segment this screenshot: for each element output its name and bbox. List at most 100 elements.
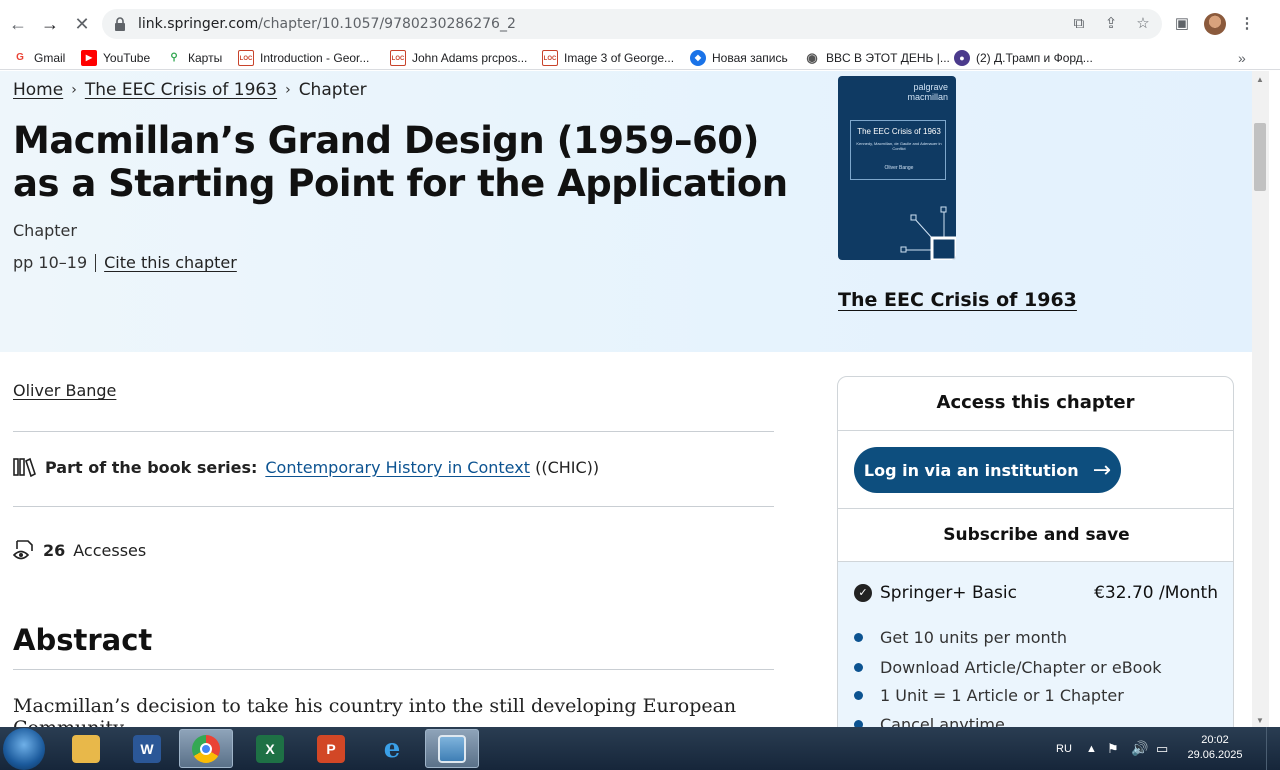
bookmark-loc-introduction[interactable]: LOC Introduction - Geor... <box>238 50 369 66</box>
lock-icon <box>115 17 125 31</box>
excel-icon: X <box>256 734 284 763</box>
bookmark-loc-image[interactable]: LOC Image 3 of George... <box>542 50 674 66</box>
book-series-row: Part of the book series: Contemporary Hi… <box>13 457 599 477</box>
taskbar: W X P e RU ▲ ⚑ 🔊 ▭ 20:02 29.06.2025 <box>0 727 1280 770</box>
cite-chapter-link[interactable]: Cite this chapter <box>104 253 237 272</box>
more-bookmarks-button[interactable]: » <box>1238 50 1246 66</box>
scroll-down-icon[interactable]: ▼ <box>1256 716 1264 725</box>
bookmarks-bar: G Gmail ▶ YouTube ⚲ Карты LOC Introduction -… <box>0 46 1280 70</box>
divider <box>95 253 97 272</box>
clock-date: 29.06.2025 <box>1187 749 1243 761</box>
translate-icon[interactable]: ⧉ <box>1070 15 1088 33</box>
forward-arrow-icon[interactable]: → <box>40 14 60 34</box>
breadcrumb: Home › The EEC Crisis of 1963 › Chapter <box>13 80 367 100</box>
ie-taskbar-button[interactable]: e <box>365 729 419 768</box>
bookmark-label: Image 3 of George... <box>564 51 675 65</box>
series-label: Part of the book series: <box>45 457 258 477</box>
plan-price: €32.70 /Month <box>1094 583 1218 603</box>
check-circle-icon: ✓ <box>854 584 872 602</box>
profile-avatar[interactable] <box>1204 13 1226 35</box>
excel-taskbar-button[interactable]: X <box>243 729 297 768</box>
books-icon <box>13 457 36 477</box>
page-range: pp 10–19 <box>13 253 88 272</box>
clock[interactable]: 20:02 29.06.2025 <box>1186 733 1244 763</box>
chapter-header: Home › The EEC Crisis of 1963 › Chapter … <box>0 71 1252 352</box>
book-title-link[interactable]: The EEC Crisis of 1963 <box>838 289 1077 311</box>
bookmark-maps[interactable]: ⚲ Карты <box>166 50 222 66</box>
plan-feature: Get 10 units per month <box>854 628 1067 647</box>
plan-feature: Cancel anytime <box>854 715 1005 727</box>
page-scrollbar[interactable]: ▲ ▼ <box>1252 71 1269 727</box>
series-link[interactable]: Contemporary History in Context <box>265 458 530 477</box>
word-taskbar-button[interactable]: W <box>120 729 174 768</box>
series-value: Contemporary History in Context ((CHIC)) <box>265 458 599 477</box>
login-label: Log in via an institution <box>863 460 1079 480</box>
page-content: Home › The EEC Crisis of 1963 › Chapter … <box>0 71 1252 727</box>
gmail-icon: G <box>12 50 28 66</box>
star-icon[interactable]: ☆ <box>1134 15 1152 33</box>
bookmark-new-post[interactable]: ◆ Новая запись <box>690 50 788 66</box>
plan-title: ✓ Springer+ Basic <box>854 583 1017 603</box>
scrollbar-thumb[interactable] <box>1254 123 1266 191</box>
bookmark-gmail[interactable]: G Gmail <box>12 50 65 66</box>
scroll-up-icon[interactable]: ▲ <box>1256 75 1264 84</box>
loc-icon: LOC <box>542 50 558 66</box>
cover-graphic <box>900 206 956 260</box>
word-icon: W <box>133 734 161 763</box>
menu-dots-icon[interactable]: ⋮ <box>1238 15 1256 33</box>
subscription-plan: ✓ Springer+ Basic €32.70 /Month Get 10 un… <box>838 562 1233 727</box>
show-desktop-button[interactable] <box>1266 727 1280 770</box>
publisher-line: palgrave <box>913 82 948 92</box>
back-arrow-icon[interactable]: ← <box>8 14 28 34</box>
arrow-right-icon: → <box>1092 457 1112 483</box>
accesses-count: 26 <box>43 540 66 560</box>
abstract-text: Macmillan’s decision to take his country… <box>13 695 737 727</box>
bookmark-label: YouTube <box>103 51 151 65</box>
explorer-taskbar-button[interactable] <box>59 729 113 768</box>
access-panel: Access this chapter Log in via an instit… <box>837 376 1234 727</box>
youtube-icon: ▶ <box>81 50 97 66</box>
bookmark-loc-adams[interactable]: LOC John Adams prcpos... <box>390 50 527 66</box>
bullet-icon <box>854 663 863 672</box>
institution-login-button[interactable]: Log in via an institution → <box>854 447 1121 493</box>
address-bar[interactable]: link.springer.com/chapter/10.1057/978023… <box>102 9 1162 39</box>
bookmark-bbc[interactable]: ◉ BBC В ЭТОТ ДЕНЬ |... <box>804 50 950 66</box>
volume-icon[interactable]: 🔊 <box>1131 727 1148 770</box>
share-icon[interactable]: ⇪ <box>1102 15 1120 33</box>
plan-row[interactable]: ✓ Springer+ Basic €32.70 /Month <box>854 583 1218 603</box>
image-viewer-taskbar-button[interactable] <box>425 729 479 768</box>
stop-loading-icon[interactable]: ✕ <box>72 14 92 34</box>
bookmark-label: John Adams prcpos... <box>412 51 528 65</box>
language-indicator[interactable]: RU <box>1056 727 1072 770</box>
start-button[interactable] <box>3 728 45 770</box>
bookmark-label: BBC В ЭТОТ ДЕНЬ |... <box>826 51 950 65</box>
breadcrumb-book[interactable]: The EEC Crisis of 1963 <box>85 80 277 100</box>
cover-subtitle: Kennedy, Macmillan, de Gaulle and Adenau… <box>856 141 942 151</box>
plan-feature: Download Article/Chapter or eBook <box>854 658 1162 677</box>
display-icon[interactable]: ▭ <box>1156 727 1168 770</box>
book-cover[interactable]: palgrave macmillan The EEC Crisis of 1963… <box>838 76 956 260</box>
browser-toolbar: ← → ✕ link.springer.com/chapter/10.1057/… <box>0 0 1280 46</box>
network-alert-icon[interactable]: ⚑ <box>1107 727 1119 770</box>
tray-up-arrow-icon[interactable]: ▲ <box>1086 727 1097 770</box>
plan-feature: 1 Unit = 1 Article or 1 Chapter <box>854 686 1124 705</box>
url-text: link.springer.com/chapter/10.1057/978023… <box>138 16 516 32</box>
url-host: link.springer.com <box>138 16 259 32</box>
bookmark-trump-ford[interactable]: ● (2) Д.Трамп и Форд... <box>954 50 1093 66</box>
bookmark-label: Gmail <box>34 51 66 65</box>
feature-text: Get 10 units per month <box>880 628 1068 647</box>
bookmark-youtube[interactable]: ▶ YouTube <box>81 50 150 66</box>
cover-title: The EEC Crisis of 1963 <box>857 127 941 136</box>
clock-time: 20:02 <box>1201 734 1229 746</box>
bookmark-label: Карты <box>188 51 223 65</box>
author-link[interactable]: Oliver Bange <box>13 381 116 400</box>
series-abbr: ((CHIC)) <box>535 457 600 477</box>
side-panel-icon[interactable]: ▣ <box>1173 15 1191 33</box>
powerpoint-taskbar-button[interactable]: P <box>304 729 358 768</box>
accesses-label: Accesses <box>73 540 147 560</box>
breadcrumb-home[interactable]: Home <box>13 80 63 100</box>
chrome-taskbar-button[interactable] <box>179 729 233 768</box>
content-type: Chapter <box>13 221 77 240</box>
divider <box>13 669 774 670</box>
abstract-heading: Abstract <box>13 623 153 657</box>
